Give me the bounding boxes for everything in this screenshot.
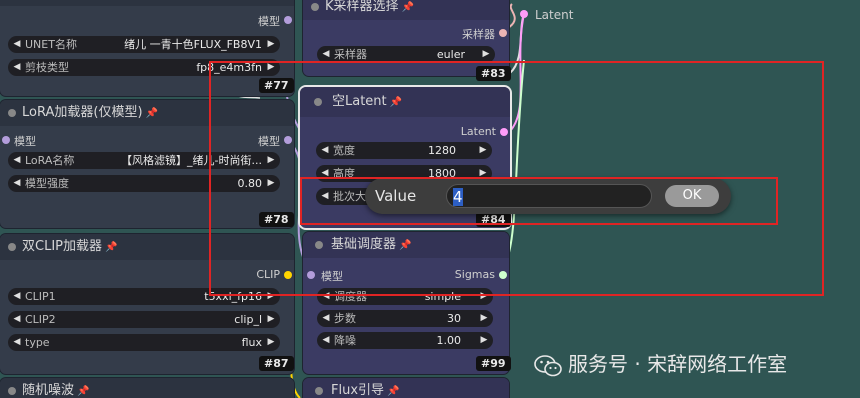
arrow-left-icon[interactable]: ◀ [11, 59, 23, 76]
node-title-bar[interactable]: Flux引导 📌 [303, 378, 509, 398]
model-input-socket[interactable] [2, 136, 10, 144]
collapse-dot-icon[interactable] [311, 3, 319, 11]
arrow-left-icon[interactable]: ◀ [11, 288, 23, 305]
collapse-dot-icon[interactable] [315, 387, 323, 395]
arrow-left-icon[interactable]: ◀ [11, 152, 23, 169]
pin-icon: 📌 [105, 242, 118, 253]
output-label: 采样器 [462, 28, 495, 41]
arrow-left-icon[interactable]: ◀ [320, 332, 332, 349]
random-noise-node[interactable]: 随机噪波 📌 [0, 378, 294, 398]
denoise-widget[interactable]: ◀ 降噪 1.00 ▶ [317, 332, 493, 349]
wechat-icon [534, 354, 562, 376]
node-title: 随机噪波 [22, 383, 75, 398]
node-title: Flux引导 [331, 383, 385, 398]
input-label: 模型 [14, 135, 36, 148]
sampler-output-socket[interactable] [499, 29, 507, 37]
arrow-right-icon[interactable]: ▶ [478, 310, 490, 327]
arrow-right-icon[interactable]: ▶ [478, 332, 490, 349]
node-canvas[interactable]: 模型 ◀ UNET名称 绪儿 一青十色FLUX_FB8V1 ▶ ◀ 剪枝类型 f… [0, 0, 860, 398]
node-title-bar[interactable]: 随机噪波 📌 [0, 378, 294, 398]
flux-guidance-node[interactable]: Flux引导 📌 [303, 378, 509, 398]
node-id-badge: #99 [476, 356, 511, 371]
unet-name-widget[interactable]: ◀ UNET名称 绪儿 一青十色FLUX_FB8V1 ▶ [8, 36, 280, 53]
node-title: LoRA加载器(仅模型) [22, 105, 143, 120]
node-id-badge: #87 [259, 356, 294, 371]
input-label: Latent [535, 8, 574, 22]
steps-widget[interactable]: ◀ 步数 30 ▶ [317, 310, 493, 327]
arrow-left-icon[interactable]: ◀ [11, 334, 23, 351]
pin-icon: 📌 [401, 2, 414, 13]
watermark-text: 服务号 · 宋辞网络工作室 [568, 352, 788, 376]
arrow-right-icon[interactable]: ▶ [265, 311, 277, 328]
model-output-socket[interactable] [284, 16, 292, 24]
clip2-widget[interactable]: ◀ CLIP2 clip_l ▶ [8, 311, 280, 328]
arrow-left-icon[interactable]: ◀ [320, 310, 332, 327]
collapse-dot-icon[interactable] [8, 109, 16, 117]
pin-icon: 📌 [387, 386, 400, 397]
arrow-left-icon[interactable]: ◀ [11, 311, 23, 328]
arrow-right-icon[interactable]: ▶ [265, 36, 277, 53]
node-title-bar[interactable]: K采样器选择 📌 [303, 0, 509, 20]
node-title: K采样器选择 [325, 0, 399, 14]
collapse-dot-icon[interactable] [8, 243, 16, 251]
type-widget[interactable]: ◀ type flux ▶ [8, 334, 280, 351]
collapse-dot-icon[interactable] [8, 387, 16, 395]
arrow-right-icon[interactable]: ▶ [265, 334, 277, 351]
latent-input-socket[interactable] [520, 10, 528, 18]
pin-icon: 📌 [145, 108, 158, 119]
watermark: 服务号 · 宋辞网络工作室 [534, 348, 787, 377]
node-title: 双CLIP加载器 [22, 239, 102, 254]
pin-icon: 📌 [77, 386, 90, 397]
output-label: 模型 [258, 15, 280, 28]
highlight-box-dialog [300, 177, 778, 225]
arrow-left-icon[interactable]: ◀ [11, 175, 23, 192]
arrow-left-icon[interactable]: ◀ [11, 36, 23, 53]
node-title-bar[interactable] [0, 0, 294, 6]
